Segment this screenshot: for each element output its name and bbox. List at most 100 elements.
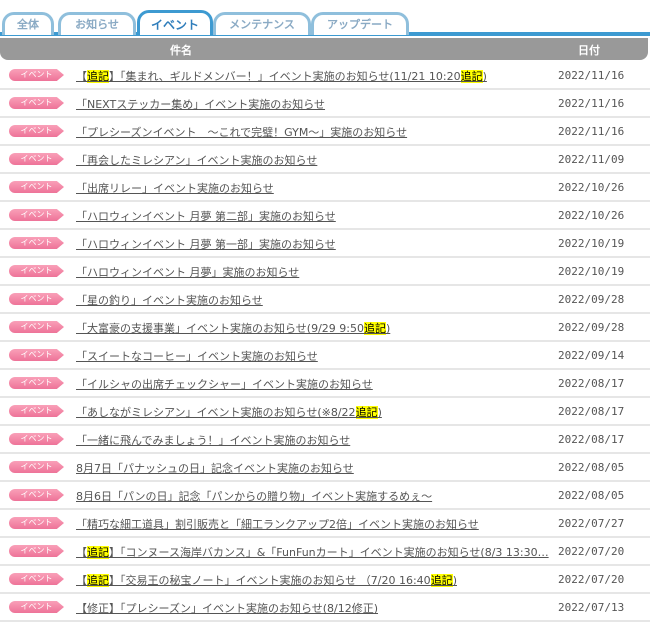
table-row: イベント 【追記】「コンヌース海岸バカンス」&「FunFunカート」イベント実施の… [0,538,650,566]
highlight-text: 追記 [430,574,453,587]
title-text: 「大富豪の支援事業」イベント実施のお知らせ(9/29 9:50 [76,322,364,335]
news-title-link[interactable]: 「NEXTステッカー集め」イベント実施のお知らせ [76,96,325,112]
table-row: イベント 「星の釣り」イベント実施のお知らせ 2022/09/28 [0,286,650,314]
news-title-link[interactable]: 「大富豪の支援事業」イベント実施のお知らせ(9/29 9:50追記) [76,320,390,336]
news-title-link[interactable]: 「一緒に飛んでみましょう！」イベント実施のお知らせ [76,432,350,448]
title-text: 】「集まれ、ギルドメンバー！」イベント実施のお知らせ(11/21 10:20 [109,70,461,83]
event-badge: イベント [9,545,64,557]
title-text: 「あしながミレシアン」イベント実施のお知らせ(※8/22 [76,406,356,419]
title-text: 【修正】「プレシーズン」イベント実施のお知らせ(8/12修正) [76,602,379,615]
title-text: 「出席リレー」イベント実施のお知らせ [76,182,274,195]
news-title-link[interactable]: 「イルシャの出席チェックシャー」イベント実施のお知らせ [76,376,373,392]
highlight-text: 追記 [460,70,483,83]
title-text: 】「交易王の秘宝ノート」イベント実施のお知らせ （7/20 16:40 [109,574,431,587]
table-row: イベント 「NEXTステッカー集め」イベント実施のお知らせ 2022/11/16 [0,90,650,118]
event-badge: イベント [9,209,64,221]
news-date: 2022/10/19 [558,237,625,250]
table-row: イベント 「再会したミレシアン」イベント実施のお知らせ 2022/11/09 [0,146,650,174]
event-badge: イベント [9,349,64,361]
news-date: 2022/09/14 [558,349,625,362]
table-row: イベント 「スイートなコーヒー」イベント実施のお知らせ 2022/09/14 [0,342,650,370]
news-title-link[interactable]: 「星の釣り」イベント実施のお知らせ [76,292,263,308]
news-title-link[interactable]: 【追記】「交易王の秘宝ノート」イベント実施のお知らせ （7/20 16:40追記… [76,572,457,588]
event-badge: イベント [9,237,64,249]
news-date: 2022/11/09 [558,153,625,166]
title-text: ) [385,322,391,335]
news-title-link[interactable]: 「あしながミレシアン」イベント実施のお知らせ(※8/22追記) [76,404,382,420]
news-title-link[interactable]: 「ハロウィンイベント 月夢」実施のお知らせ [76,264,299,280]
news-date: 2022/08/17 [558,377,625,390]
tab-all[interactable]: 全体 [2,12,54,35]
title-text: 【 [76,574,87,587]
highlight-text: 追記 [87,574,109,587]
title-text: 【 [76,546,87,559]
title-text: ) [452,574,457,587]
news-title-link[interactable]: 「再会したミレシアン」イベント実施のお知らせ [76,152,317,168]
table-row: イベント 「精巧な細工道具」割引販売と「細工ランクアップ2倍」イベント実施のお知ら… [0,510,650,538]
title-text: 【 [76,70,87,83]
news-title-link[interactable]: 【修正】「プレシーズン」イベント実施のお知らせ(8/12修正) [76,600,378,616]
table-row: イベント 「ハロウィンイベント 月夢」実施のお知らせ 2022/10/19 [0,258,650,286]
title-text: ) [482,70,487,83]
news-title-link[interactable]: 「ハロウィンイベント 月夢 第二部」実施のお知らせ [76,208,336,224]
category-tabs: 全体 お知らせ イベント メンテナンス アップデート [0,0,650,36]
highlight-text: 追記 [363,322,386,335]
title-text: 「スイートなコーヒー」イベント実施のお知らせ [76,350,318,363]
table-row: イベント 「ハロウィンイベント 月夢 第二部」実施のお知らせ 2022/10/26 [0,202,650,230]
title-text: 】「コンヌース海岸バカンス」&「FunFunカート」イベント実施のお知らせ(8/… [109,546,549,559]
event-badge: イベント [9,377,64,389]
tab-event[interactable]: イベント [137,10,213,35]
table-row: イベント 「イルシャの出席チェックシャー」イベント実施のお知らせ 2022/08/1… [0,370,650,398]
news-title-link[interactable]: 8月7日「パナッシュの日」記念イベント実施のお知らせ [76,460,354,476]
title-text: 8月7日「パナッシュの日」記念イベント実施のお知らせ [76,462,354,475]
tab-maintenance[interactable]: メンテナンス [213,12,311,35]
news-date: 2022/10/19 [558,265,625,278]
news-date: 2022/07/20 [558,545,625,558]
news-title-link[interactable]: 「精巧な細工道具」割引販売と「細工ランクアップ2倍」イベント実施のお知らせ [76,516,479,532]
event-badge: イベント [9,125,64,137]
event-badge: イベント [9,265,64,277]
event-badge: イベント [9,517,64,529]
title-text: 「一緒に飛んでみましょう！」イベント実施のお知らせ [76,434,351,447]
event-badge: イベント [9,69,64,81]
table-row: イベント 【 追記】「集まれ、ギルドメンバー！」イベント実施のお知らせ(11/21 … [0,62,650,90]
title-text: ) [377,406,382,419]
news-title-link[interactable]: 「出席リレー」イベント実施のお知らせ [76,180,274,196]
event-badge: イベント [9,293,64,305]
tab-news[interactable]: お知らせ [58,12,136,35]
news-title-link[interactable]: 「スイートなコーヒー」イベント実施のお知らせ [76,348,318,364]
title-text: 「イルシャの出席チェックシャー」イベント実施のお知らせ [76,378,373,391]
news-title-link[interactable]: 「プレシーズンイベント ～これで完璧！GYM～」実施のお知らせ [76,124,407,140]
table-row: イベント 【修正】「プレシーズン」イベント実施のお知らせ(8/12修正) 2022/… [0,594,650,622]
title-text: 「ハロウィンイベント 月夢」実施のお知らせ [76,266,300,279]
news-title-link[interactable]: 「ハロウィンイベント 月夢 第一部」実施のお知らせ [76,236,336,252]
event-badge: イベント [9,321,64,333]
news-date: 2022/09/28 [558,293,625,306]
event-badge: イベント [9,461,64,473]
news-date: 2022/11/16 [558,125,625,138]
table-row: イベント 8月7日「パナッシュの日」記念イベント実施のお知らせ 2022/08/05 [0,454,650,482]
table-row: イベント 「プレシーズンイベント ～これで完璧！GYM～」実施のお知らせ 2022/… [0,118,650,146]
news-date: 2022/11/16 [558,69,625,82]
news-date: 2022/08/05 [558,461,625,474]
highlight-text: 追記 [355,406,378,419]
news-title-link[interactable]: 8月6日「パンの日」記念「パンからの贈り物」イベント実施するめぇ～ [76,488,432,504]
event-badge: イベント [9,181,64,193]
title-text: 「NEXTステッカー集め」イベント実施のお知らせ [76,98,326,111]
news-title-link[interactable]: 【追記】「コンヌース海岸バカンス」&「FunFunカート」イベント実施のお知らせ… [76,544,549,560]
title-text: 「プレシーズンイベント ～これで完璧！GYM～」実施のお知らせ [76,126,408,139]
table-row: イベント 「あしながミレシアン」イベント実施のお知らせ(※8/22追記) 2022/… [0,398,650,426]
news-title-link[interactable]: 【 追記】「集まれ、ギルドメンバー！」イベント実施のお知らせ(11/21 10:2… [76,68,487,84]
news-date: 2022/11/16 [558,97,625,110]
tab-update[interactable]: アップデート [311,12,409,35]
event-badge: イベント [9,433,64,445]
title-text: 「再会したミレシアン」イベント実施のお知らせ [76,154,318,167]
highlight-text: 追記 [87,546,109,559]
table-row: イベント 「大富豪の支援事業」イベント実施のお知らせ(9/29 9:50追記) 20… [0,314,650,342]
event-badge: イベント [9,573,64,585]
news-date: 2022/10/26 [558,181,625,194]
news-date: 2022/08/05 [558,489,625,502]
news-date: 2022/07/27 [558,517,625,530]
title-text: 「ハロウィンイベント 月夢 第二部」実施のお知らせ [76,210,336,223]
news-date: 2022/07/20 [558,573,625,586]
